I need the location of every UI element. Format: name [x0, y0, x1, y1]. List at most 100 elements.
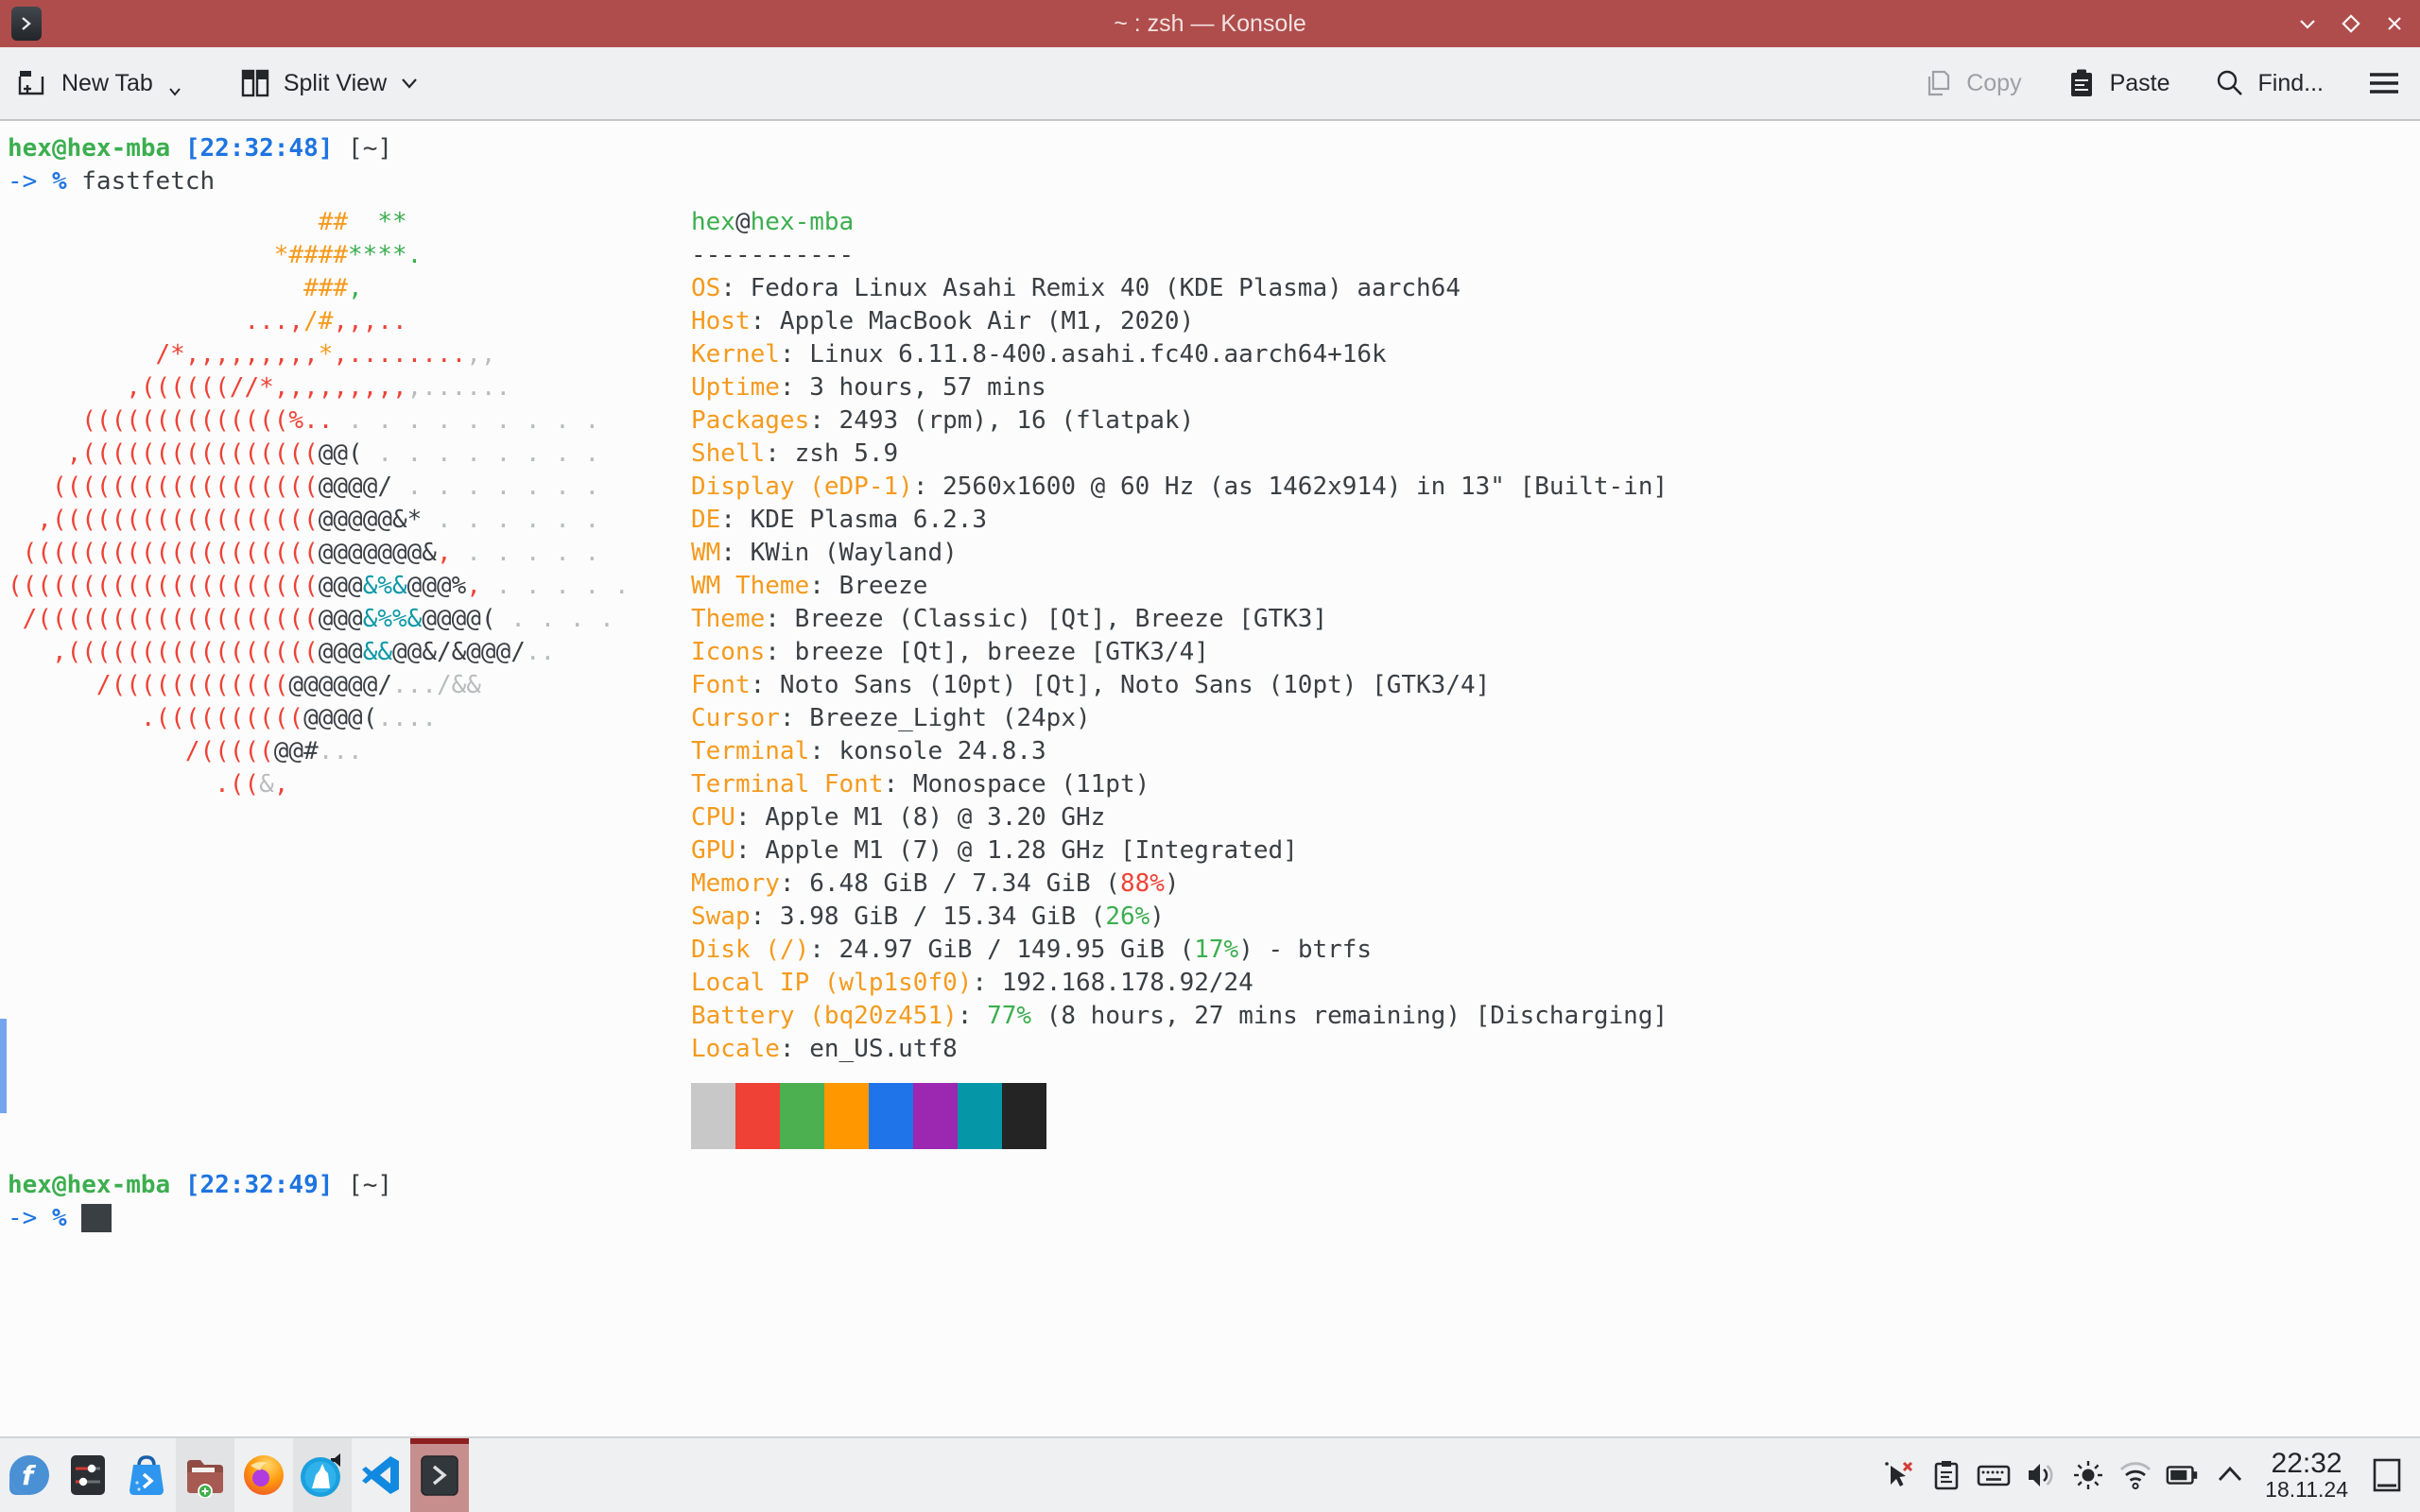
touchpad-disabled-icon — [1882, 1458, 1916, 1492]
fastfetch-info-line: OS: Fedora Linux Asahi Remix 40 (KDE Pla… — [691, 272, 1668, 305]
battery-status[interactable] — [2165, 1457, 2201, 1493]
ascii-art-line: ((((((((((((((((((@@@@/ . . . . . . . — [8, 471, 630, 504]
paste-button[interactable]: Paste — [2066, 67, 2170, 99]
fastfetch-info-panel: hex@hex-mba-----------OS: Fedora Linux A… — [691, 206, 1668, 1149]
palette-swatch — [780, 1083, 824, 1149]
discover-store-icon — [125, 1453, 168, 1497]
split-view-button[interactable]: Split View — [239, 67, 420, 99]
close-button[interactable] — [2384, 13, 2405, 34]
fastfetch-info-line: Local IP (wlp1s0f0): 192.168.178.92/24 — [691, 967, 1668, 1000]
taskbar-audio-wolf-app[interactable] — [293, 1438, 352, 1512]
keyboard-icon — [1976, 1458, 2012, 1492]
new-tab-label: New Tab — [61, 70, 153, 97]
close-icon — [2384, 13, 2405, 34]
fastfetch-info-line: Shell: zsh 5.9 — [691, 438, 1668, 471]
ascii-art-line: ...,/#,,,.. — [8, 305, 630, 338]
touchpad-status[interactable] — [1881, 1457, 1917, 1493]
vscode-icon — [359, 1453, 403, 1497]
copy-icon — [1922, 67, 1954, 99]
network-status[interactable] — [2118, 1457, 2153, 1493]
taskbar-system-settings[interactable] — [59, 1438, 117, 1512]
volume-icon — [2024, 1458, 2058, 1492]
taskbar-discover[interactable] — [117, 1438, 176, 1512]
show-desktop-button[interactable] — [2369, 1457, 2405, 1493]
ascii-art-line: ## ** — [8, 206, 630, 239]
ascii-art-line: .((((((((((@@@@(.... — [8, 702, 630, 735]
virtual-keyboard[interactable] — [1976, 1457, 2012, 1493]
chevron-down-icon — [167, 86, 182, 97]
fastfetch-info-line: Display (eDP-1): 2560x1600 @ 60 Hz (as 1… — [691, 471, 1668, 504]
audio-wolf-app-icon — [299, 1452, 346, 1498]
clipboard-tray[interactable] — [1928, 1457, 1964, 1493]
fastfetch-info-line: WM: KWin (Wayland) — [691, 537, 1668, 570]
split-view-icon — [239, 67, 271, 99]
plasma-panel: f — [0, 1436, 2420, 1512]
ascii-art-line: ###, — [8, 272, 630, 305]
fastfetch-info-lines: hex@hex-mba-----------OS: Fedora Linux A… — [691, 206, 1668, 1066]
brightness-control[interactable] — [2070, 1457, 2106, 1493]
clock-time: 22:32 — [2272, 1449, 2342, 1478]
prompt-line: -> % fastfetch — [8, 165, 392, 198]
fastfetch-info-line: WM Theme: Breeze — [691, 570, 1668, 603]
ascii-art-line: /(((((((((((((((((((@@@&%%&@@@@( . . . . — [8, 603, 630, 636]
task-manager: f — [0, 1438, 469, 1512]
maximize-button[interactable] — [2341, 13, 2361, 34]
new-tab-button[interactable]: New Tab — [17, 67, 182, 99]
clock-date: 18.11.24 — [2265, 1478, 2348, 1502]
taskbar-dolphin[interactable] — [176, 1438, 234, 1512]
ascii-art-line: ,((((((((((((((((((@@@@@&* . . . . . . — [8, 504, 630, 537]
chevron-down-icon — [399, 76, 420, 91]
fastfetch-info-line: Host: Apple MacBook Air (M1, 2020) — [691, 305, 1668, 338]
fastfetch-info-line: Terminal: konsole 24.8.3 — [691, 735, 1668, 768]
ascii-art-line: ((((((((((((((((((((@@@@@@@&, . . . . . — [8, 537, 630, 570]
fastfetch-info-line: ----------- — [691, 239, 1668, 272]
hamburger-menu-icon — [2367, 69, 2401, 97]
system-settings-icon — [68, 1453, 108, 1497]
fastfetch-info-line: Battery (bq20z451): 77% (8 hours, 27 min… — [691, 1000, 1668, 1033]
shell-prompt-2: hex@hex-mba [22:32:49] [~]-> % — [8, 1169, 392, 1235]
ascii-art-line: .((&, — [8, 768, 630, 801]
ascii-art-line: ((((((((((((((%.. . . . . . . . . . — [8, 404, 630, 438]
fastfetch-info-line: Disk (/): 24.97 GiB / 149.95 GiB (17%) -… — [691, 934, 1668, 967]
copy-button[interactable]: Copy — [1922, 67, 2021, 99]
maximize-icon — [2341, 13, 2361, 34]
fastfetch-info-line: Kernel: Linux 6.11.8-400.asahi.fc40.aarc… — [691, 338, 1668, 371]
fastfetch-info-line: Swap: 3.98 GiB / 15.34 GiB (26%) — [691, 901, 1668, 934]
fastfetch-info-line: Theme: Breeze (Classic) [Qt], Breeze [GT… — [691, 603, 1668, 636]
shell-prompt-1: hex@hex-mba [22:32:48] [~]-> % fastfetch — [8, 132, 392, 198]
fastfetch-info-line: Packages: 2493 (rpm), 16 (flatpak) — [691, 404, 1668, 438]
taskbar-konsole[interactable] — [410, 1438, 469, 1512]
palette-swatch — [869, 1083, 913, 1149]
window-titlebar[interactable]: ~ : zsh — Konsole — [0, 0, 2420, 47]
palette-swatch — [735, 1083, 780, 1149]
fastfetch-info-line: DE: KDE Plasma 6.2.3 — [691, 504, 1668, 537]
clipboard-icon — [1929, 1458, 1963, 1492]
fastfetch-info-line: Cursor: Breeze_Light (24px) — [691, 702, 1668, 735]
show-desktop-icon — [2369, 1456, 2405, 1494]
fastfetch-info-line: Font: Noto Sans (10pt) [Qt], Noto Sans (… — [691, 669, 1668, 702]
new-tab-icon — [17, 67, 49, 99]
window-title: ~ : zsh — Konsole — [0, 0, 2420, 47]
menu-button[interactable] — [2367, 69, 2401, 97]
battery-icon — [2165, 1458, 2201, 1492]
taskbar-vscode[interactable] — [352, 1438, 410, 1512]
konsole-icon — [418, 1452, 461, 1498]
expand-tray-button[interactable] — [2212, 1457, 2248, 1493]
paste-label: Paste — [2110, 70, 2170, 97]
expand-tray-icon — [2213, 1458, 2247, 1492]
app-launcher-fedora[interactable]: f — [0, 1438, 59, 1512]
volume-control[interactable] — [2023, 1457, 2059, 1493]
palette-swatch — [913, 1083, 958, 1149]
terminal-viewport[interactable]: hex@hex-mba [22:32:48] [~]-> % fastfetch… — [0, 123, 2420, 1436]
fedora-launcher-icon: f — [8, 1453, 51, 1497]
digital-clock[interactable]: 22:32 18.11.24 — [2265, 1449, 2348, 1502]
ascii-art-line: ,((((((//*,,,,,,,,,,...... — [8, 371, 630, 404]
taskbar-firefox[interactable] — [234, 1438, 293, 1512]
firefox-icon — [241, 1452, 286, 1498]
find-button[interactable]: Find... — [2214, 67, 2324, 99]
scroll-position-indicator[interactable] — [0, 1019, 7, 1113]
palette-swatch — [1002, 1083, 1046, 1149]
copy-label: Copy — [1966, 70, 2021, 97]
fastfetch-info-line: Icons: breeze [Qt], breeze [GTK3/4] — [691, 636, 1668, 669]
minimize-button[interactable] — [2297, 13, 2318, 34]
